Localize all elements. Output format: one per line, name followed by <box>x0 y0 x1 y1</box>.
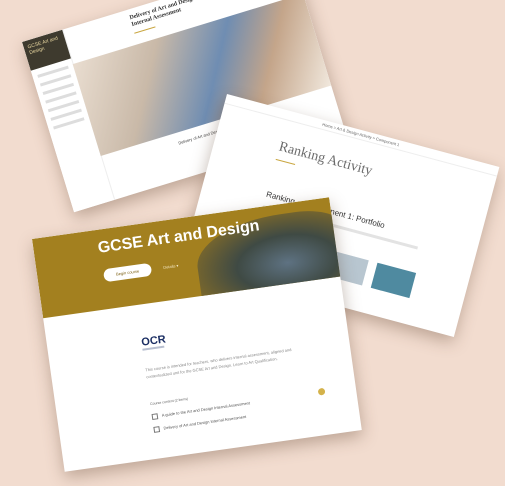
course-intro: This course is intended for teachers, wh… <box>144 347 292 380</box>
breadcrumb[interactable]: Home > Art & Design Activity > Component… <box>322 122 400 147</box>
title-underline <box>275 158 296 166</box>
section-label: Course content (2 items) <box>149 396 189 407</box>
begin-course-button[interactable]: Begin course <box>102 262 153 283</box>
sidebar-item[interactable] <box>53 117 85 130</box>
checkbox-icon <box>153 426 161 433</box>
artwork-thumbnail[interactable] <box>370 262 417 299</box>
checkbox-icon <box>151 413 159 421</box>
details-link[interactable]: Details ▾ <box>163 263 179 270</box>
course-banner: GCSE Art and Design Begin course Details… <box>32 197 351 319</box>
banner-artwork <box>191 205 351 296</box>
progress-dot-icon <box>317 387 326 396</box>
page-title: Ranking Activity <box>277 139 374 179</box>
course-landing-screenshot: GCSE Art and Design Begin course Details… <box>32 197 362 472</box>
sidebar-header: GCSE Art and Design <box>22 29 71 71</box>
